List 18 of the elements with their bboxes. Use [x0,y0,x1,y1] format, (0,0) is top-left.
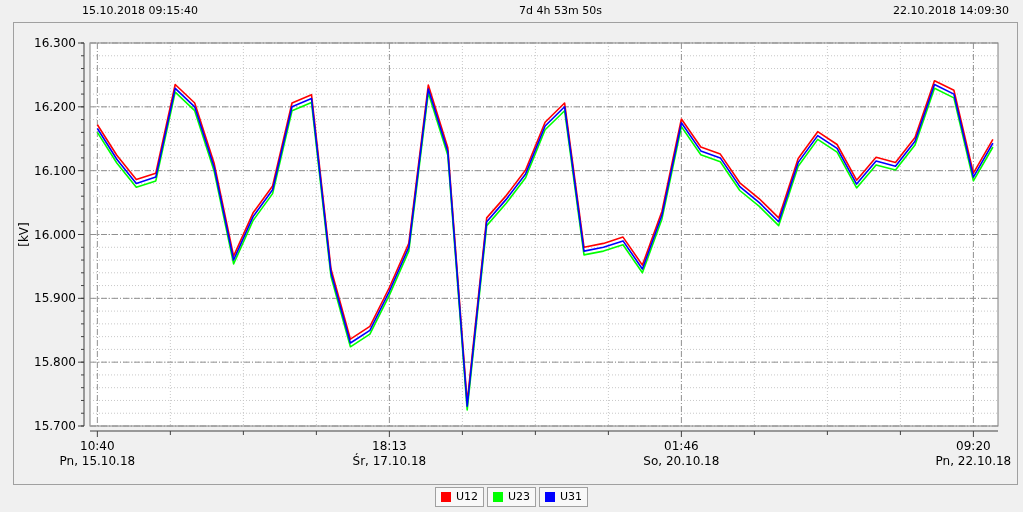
legend-toggle[interactable]: U31 [539,487,589,507]
legend-toggle[interactable]: U23 [486,487,537,507]
y-axis-label: [kV] [17,222,31,247]
y-tick-label: 16.200 [34,99,76,114]
y-tick-label: 15.700 [34,419,76,433]
y-tick-label: 15.800 [34,355,76,370]
x-tick-label: 18:13 Śr, 17.10.18 [352,439,427,468]
y-tick-label: 16.100 [34,163,76,178]
x-tick-label: 01:46 So, 20.10.18 [643,439,720,468]
x-tick-label: 09:20 Pn, 22.10.18 [935,439,1012,468]
legend-toggle[interactable]: U12 [434,487,484,507]
duration: 7d 4h 53m 50s [518,2,602,19]
start-time: 15.10.2018 09:15:40 [82,2,198,19]
x-tick-label: 10:40 Pn, 15.10.18 [59,439,136,468]
y-tick-label: 15.900 [34,291,76,306]
end-time: 22.10.2018 14:09:30 [893,2,1009,19]
y-tick-label: 16.300 [34,36,76,50]
y-tick-label: 16.000 [34,227,76,242]
